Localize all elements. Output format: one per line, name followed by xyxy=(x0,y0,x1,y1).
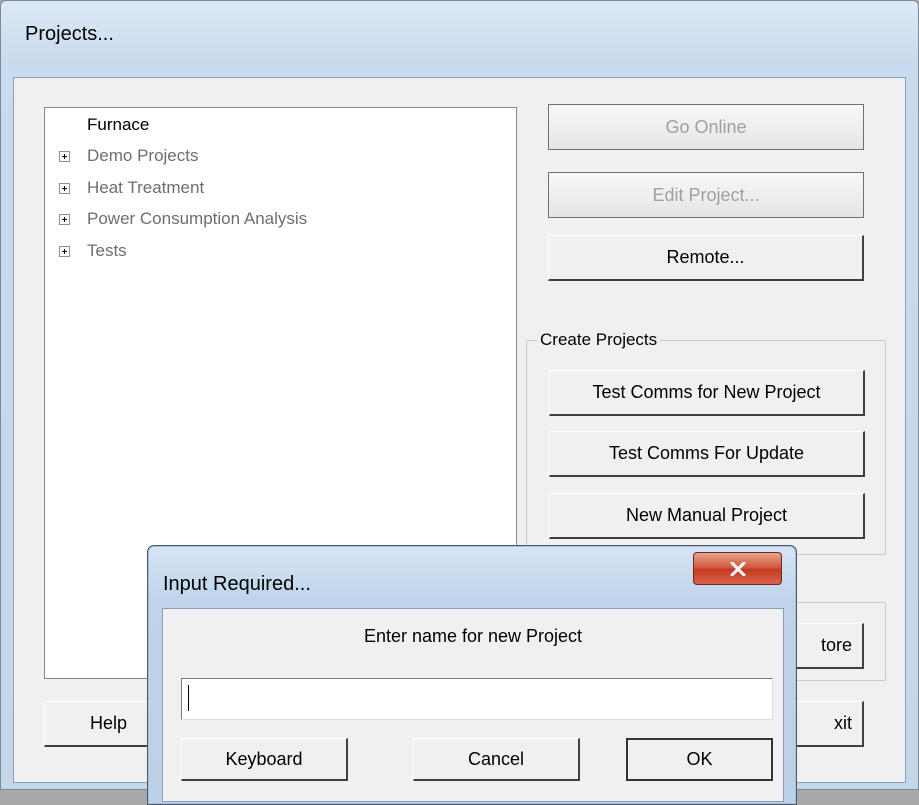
close-x-icon xyxy=(730,561,745,576)
tree-item-power-consumption[interactable]: Power Consumption Analysis xyxy=(87,209,307,229)
tree-item-heat-treatment[interactable]: Heat Treatment xyxy=(87,178,204,198)
plus-expander-icon[interactable] xyxy=(59,214,70,225)
plus-expander-icon[interactable] xyxy=(59,246,70,257)
close-button[interactable] xyxy=(693,552,782,585)
dialog-client-area: Enter name for new Project Keyboard Canc… xyxy=(162,608,784,802)
plus-expander-icon[interactable] xyxy=(59,151,70,162)
window-title: Projects... xyxy=(25,23,114,45)
project-name-input[interactable] xyxy=(181,678,773,720)
test-comms-update-button[interactable]: Test Comms For Update xyxy=(549,431,865,477)
test-comms-new-project-button[interactable]: Test Comms for New Project xyxy=(549,370,865,416)
text-caret xyxy=(188,685,189,711)
keyboard-button[interactable]: Keyboard xyxy=(181,738,348,781)
plus-expander-icon[interactable] xyxy=(59,183,70,194)
cancel-button[interactable]: Cancel xyxy=(413,738,580,781)
input-required-dialog: Input Required... Enter name for new Pro… xyxy=(147,545,797,805)
tree-root-furnace[interactable]: Furnace xyxy=(87,115,149,135)
ok-button[interactable]: OK xyxy=(626,738,773,781)
remote-button[interactable]: Remote... xyxy=(548,235,864,281)
tree-item-tests[interactable]: Tests xyxy=(87,241,127,261)
dialog-title: Input Required... xyxy=(163,573,311,595)
new-manual-project-button[interactable]: New Manual Project xyxy=(549,493,865,539)
dialog-prompt: Enter name for new Project xyxy=(363,626,583,646)
tree-item-demo-projects[interactable]: Demo Projects xyxy=(87,146,198,166)
create-projects-group: Create Projects Test Comms for New Proje… xyxy=(526,330,886,555)
create-projects-label: Create Projects xyxy=(537,330,661,350)
go-online-button[interactable]: Go Online xyxy=(548,104,864,150)
edit-project-button[interactable]: Edit Project... xyxy=(548,172,864,218)
